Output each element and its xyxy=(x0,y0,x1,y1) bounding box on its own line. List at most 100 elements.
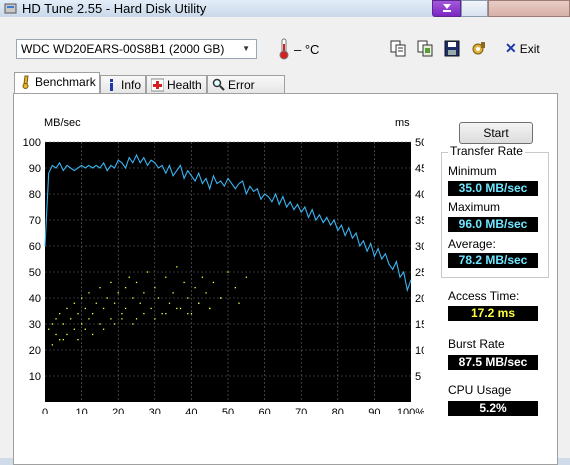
copy-text-icon[interactable] xyxy=(390,40,406,57)
access-time-point xyxy=(84,328,86,330)
average-label: Average: xyxy=(448,237,496,251)
tab-label: Info xyxy=(121,78,142,92)
x-tick-label: 40 xyxy=(185,407,197,414)
access-time-point xyxy=(95,302,97,304)
access-time-point xyxy=(183,281,185,284)
exit-button[interactable]: ✕ Exit xyxy=(505,40,540,58)
access-time-point xyxy=(165,313,167,315)
right-tick-label: 5 xyxy=(415,371,421,383)
maximum-label: Maximum xyxy=(448,200,501,214)
access-time-point xyxy=(124,307,127,310)
drive-name: WDC WD20EARS-00S8B1 (2000 GB) xyxy=(21,42,225,56)
left-tick-label: 50 xyxy=(29,267,41,279)
minimum-label: Minimum xyxy=(448,164,497,178)
access-time-point xyxy=(62,323,64,325)
access-time-point xyxy=(102,307,105,310)
maximum-value: 96.0 MB/sec xyxy=(448,217,538,232)
minimize-button[interactable] xyxy=(432,0,461,17)
title-bar: HD Tune 2.55 - Hard Disk Utility xyxy=(0,0,570,17)
x-tick-label: 0 xyxy=(42,407,48,414)
left-tick-label: 20 xyxy=(29,345,41,357)
x-tick-label: 10 xyxy=(75,407,87,414)
right-tick-label: 15 xyxy=(415,319,424,331)
access-time-point xyxy=(66,307,68,310)
right-tick-label: 40 xyxy=(415,189,424,201)
right-tick-label: 20 xyxy=(415,293,424,305)
access-time-point xyxy=(234,287,237,289)
left-tick-label: 10 xyxy=(29,371,41,383)
options-icon[interactable] xyxy=(471,40,487,57)
access-time-point xyxy=(172,292,174,294)
access-time-point xyxy=(176,307,178,310)
access-time-point xyxy=(139,302,141,304)
access-time-point xyxy=(227,271,229,273)
start-button[interactable]: Start xyxy=(459,122,533,144)
left-tick-label: 60 xyxy=(29,241,41,253)
access-time-point xyxy=(121,313,123,315)
left-axis-unit: MB/sec xyxy=(44,117,81,129)
access-time-point xyxy=(157,297,160,299)
access-time-point xyxy=(190,313,193,315)
left-tick-label: 100 xyxy=(23,137,41,149)
access-time-point xyxy=(128,276,130,278)
right-tick-label: 35 xyxy=(415,215,424,227)
access-time-point xyxy=(55,333,57,336)
access-time-point xyxy=(238,302,240,304)
close-button[interactable] xyxy=(488,0,570,17)
drive-select[interactable]: WDC WD20EARS-00S8B1 (2000 GB) ▼ xyxy=(16,39,257,59)
access-time-point xyxy=(135,281,138,284)
access-time-point xyxy=(62,339,64,341)
access-time-point xyxy=(88,292,90,294)
close-icon: ✕ xyxy=(505,40,517,56)
tab-benchmark[interactable]: Benchmark xyxy=(14,72,100,94)
access-time-point xyxy=(187,297,189,299)
access-time-point xyxy=(59,313,61,315)
access-time-point xyxy=(146,271,149,273)
tab-health[interactable]: Health xyxy=(146,75,207,94)
x-tick-label: 60 xyxy=(258,407,270,414)
health-icon xyxy=(151,78,164,92)
access-time-point xyxy=(91,333,94,336)
access-time-point xyxy=(88,318,90,320)
cpu-usage-value: 5.2% xyxy=(448,401,538,416)
access-time-point xyxy=(48,328,50,330)
access-time-point xyxy=(143,313,145,315)
right-tick-label: 10 xyxy=(415,345,424,357)
access-time-point xyxy=(51,344,54,346)
access-time-point xyxy=(77,313,79,315)
access-time-point xyxy=(73,302,75,304)
access-time-value: 17.2 ms xyxy=(448,306,538,321)
access-time-point xyxy=(161,313,163,315)
minimize-icon xyxy=(442,4,451,12)
access-time-point xyxy=(132,297,134,299)
access-time-point xyxy=(113,302,116,304)
access-time-point xyxy=(77,339,79,341)
access-time-point xyxy=(121,318,123,320)
save-icon[interactable] xyxy=(444,40,460,57)
tab-label: Benchmark xyxy=(35,75,96,89)
access-time-point xyxy=(110,281,112,284)
info-icon xyxy=(110,79,113,91)
right-tick-label: 30 xyxy=(415,241,424,253)
access-time-point xyxy=(99,287,101,289)
access-time-point xyxy=(201,276,204,278)
thermometer-icon xyxy=(279,38,289,60)
magnifier-icon xyxy=(212,78,225,91)
right-tick-label: 50 xyxy=(415,137,424,149)
access-time-point xyxy=(91,313,94,315)
access-time-point xyxy=(106,297,108,299)
access-time-point xyxy=(81,297,83,299)
access-time-point xyxy=(113,323,116,325)
access-time-point xyxy=(165,276,167,278)
tab-error-scan[interactable]: Error Scan xyxy=(207,75,285,110)
access-time-point xyxy=(59,339,61,341)
access-time-point xyxy=(143,292,145,294)
tab-info[interactable]: Info xyxy=(100,75,146,94)
transfer-rate-title: Transfer Rate xyxy=(448,144,525,158)
maximize-button[interactable] xyxy=(461,0,488,17)
copy-screenshot-icon[interactable] xyxy=(417,40,433,57)
burst-rate-value: 87.5 MB/sec xyxy=(448,355,538,370)
access-time-point xyxy=(99,323,101,325)
left-tick-label: 40 xyxy=(29,293,41,305)
access-time-point xyxy=(135,318,138,320)
